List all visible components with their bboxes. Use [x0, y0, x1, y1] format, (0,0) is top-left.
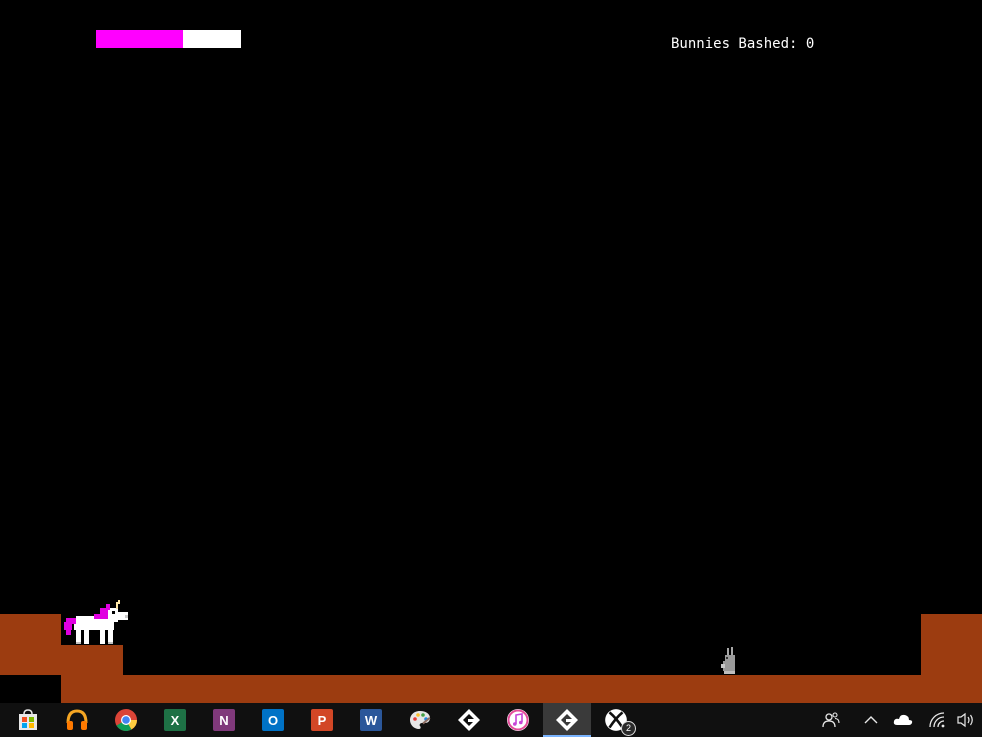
- tray-network-button[interactable]: [926, 703, 948, 737]
- chevron-up-icon: [864, 716, 878, 724]
- taskbar-excel-button[interactable]: X: [151, 703, 199, 737]
- ground-left-ledge: [0, 614, 61, 675]
- wifi-icon: [929, 712, 945, 728]
- taskbar-chrome-button[interactable]: [102, 703, 150, 737]
- gamemaker-icon: [556, 709, 578, 731]
- paint-palette-icon: [410, 711, 431, 729]
- xbox-notification-badge: 2: [621, 721, 636, 736]
- bunny-enemy: [721, 647, 735, 674]
- powerpoint-icon: P: [311, 709, 333, 731]
- health-bar-fill: [96, 30, 183, 48]
- game-viewport[interactable]: Bunnies Bashed: 0: [0, 0, 982, 703]
- unicorn-player: [64, 600, 128, 644]
- speaker-icon: [957, 712, 973, 728]
- tray-onedrive-button[interactable]: [892, 703, 914, 737]
- cloud-icon: [893, 714, 913, 725]
- chrome-icon: [115, 709, 137, 731]
- taskbar-powerpoint-button[interactable]: P: [298, 703, 346, 737]
- taskbar-itunes-button[interactable]: [494, 703, 542, 737]
- taskbar-outlook-button[interactable]: O: [249, 703, 297, 737]
- onenote-icon: N: [213, 709, 235, 731]
- taskbar-onenote-button[interactable]: N: [200, 703, 248, 737]
- score-counter: Bunnies Bashed: 0: [671, 36, 815, 52]
- taskbar-gamemaker-running-button[interactable]: [543, 703, 591, 737]
- taskbar-paint-button[interactable]: [396, 703, 444, 737]
- word-icon: W: [360, 709, 382, 731]
- taskbar-word-button[interactable]: W: [347, 703, 395, 737]
- headphones-icon: [66, 709, 88, 730]
- taskbar-gamemaker-button[interactable]: [445, 703, 493, 737]
- itunes-icon: [507, 709, 529, 731]
- store-icon: [19, 709, 37, 730]
- windows-taskbar: X N O P W 2: [0, 703, 982, 737]
- people-icon: [822, 712, 840, 728]
- ground-right-wall: [921, 614, 982, 703]
- tray-show-hidden-button[interactable]: [860, 703, 882, 737]
- tray-volume-button[interactable]: [954, 703, 978, 737]
- taskbar-store-button[interactable]: [4, 703, 52, 737]
- excel-icon: X: [164, 709, 186, 731]
- taskbar-xbox-button[interactable]: 2: [592, 703, 640, 737]
- tray-people-button[interactable]: [818, 703, 844, 737]
- gamemaker-icon: [458, 709, 480, 731]
- outlook-icon: O: [262, 709, 284, 731]
- health-bar: [96, 30, 241, 48]
- taskbar-headphones-app-button[interactable]: [53, 703, 101, 737]
- ground-floor: [61, 675, 982, 703]
